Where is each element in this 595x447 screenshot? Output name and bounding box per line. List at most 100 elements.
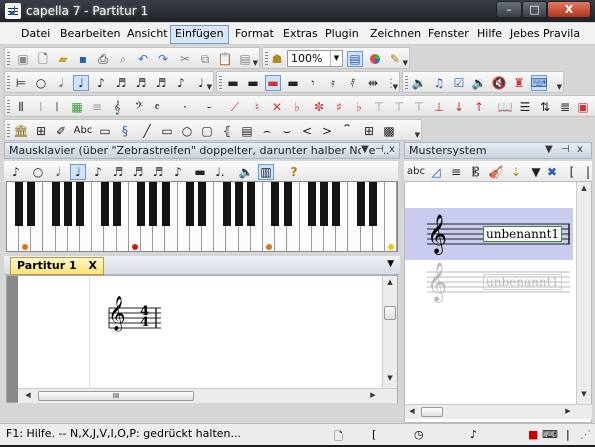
redo-icon[interactable]: ↷	[155, 51, 171, 67]
slur-icon[interactable]: ⌢	[259, 123, 275, 139]
rest-bar-icon[interactable]: ▬	[225, 75, 241, 91]
pedal-icon[interactable]: ▥	[258, 164, 274, 180]
print-icon[interactable]: ⎙	[95, 51, 111, 67]
page-view-icon[interactable]: ▤	[347, 51, 363, 67]
half-note-icon[interactable]: 𝅗𝅥	[53, 75, 69, 91]
sixteenth-note-icon[interactable]: ♬	[113, 75, 129, 91]
toolbar-overflow-icon[interactable]: ▼	[207, 83, 212, 91]
help-icon[interactable]: ?	[286, 164, 302, 180]
scroll-right-icon[interactable]: ▶	[366, 391, 380, 399]
quarter-note-icon[interactable]: ♩	[70, 164, 86, 180]
paste-icon[interactable]: 📋	[217, 51, 233, 67]
mouse-piano-icon[interactable]: ⌨	[530, 75, 548, 91]
trill-red-icon[interactable]: ✼	[311, 99, 327, 115]
delete-staff-icon[interactable]: ✖	[544, 164, 560, 180]
scroll-up-icon[interactable]: ▲	[577, 184, 591, 192]
black-key[interactable]	[112, 182, 121, 226]
score-canvas[interactable]: 𝄞 4 4 ▲ ▼ ◀ III ▶	[6, 275, 398, 403]
align-icon[interactable]: ⇅	[537, 99, 553, 115]
black-key[interactable]	[271, 182, 280, 226]
cursor-edit-icon[interactable]: ✐	[53, 123, 69, 139]
scroll-down-icon[interactable]: ▼	[383, 374, 397, 382]
accent-red-icon[interactable]: ⟋	[227, 99, 243, 115]
scroll-left-icon[interactable]: ◀	[405, 407, 419, 415]
panel-dropdown-icon[interactable]: ▼	[545, 144, 553, 155]
scroll-up-icon[interactable]: ▲	[383, 278, 397, 286]
black-key[interactable]	[198, 182, 207, 226]
whole-note-icon[interactable]: ○	[33, 75, 49, 91]
tab-partitur-1[interactable]: Partitur 1 X	[10, 257, 104, 275]
black-key[interactable]	[149, 182, 158, 226]
black-key[interactable]	[27, 182, 36, 226]
marcato-icon[interactable]: ⊤	[411, 99, 427, 115]
speaker-icon[interactable]: 🔈	[411, 75, 427, 91]
line-icon[interactable]: ╱	[139, 123, 155, 139]
new-template-icon[interactable]: ▣	[15, 51, 31, 67]
table-icon[interactable]: ⊞	[361, 123, 377, 139]
black-key[interactable]	[356, 182, 365, 226]
black-key[interactable]	[283, 182, 292, 226]
white-key[interactable]	[385, 182, 397, 251]
crescendo-icon[interactable]: <	[299, 123, 315, 139]
spacer-icon[interactable]: ⇹	[365, 75, 381, 91]
black-key[interactable]	[76, 182, 85, 226]
sixteenth-note-icon[interactable]: ♬	[110, 164, 126, 180]
bank-icon[interactable]: 🏛	[13, 123, 29, 139]
user-icon[interactable]: ☗	[269, 51, 285, 67]
toolbar-overflow-icon[interactable]: ▼	[557, 83, 562, 91]
rest-selected-icon[interactable]: ▬	[265, 75, 281, 91]
text-abc-icon[interactable]: abc	[406, 164, 426, 180]
sharp-red-icon[interactable]: ♯	[331, 99, 347, 115]
black-key[interactable]	[234, 182, 243, 226]
black-key[interactable]	[308, 182, 316, 226]
minimize-button[interactable]: –	[496, 1, 522, 18]
brush-icon[interactable]: ✎	[387, 51, 403, 67]
symbol-icon[interactable]: §	[117, 123, 133, 139]
tab-list-dropdown-icon[interactable]: ▼	[387, 259, 394, 269]
menu-ansicht[interactable]: Ansicht	[123, 26, 172, 43]
panel-close-icon[interactable]: x	[389, 144, 395, 155]
zoom-select[interactable]: 100% ▼	[287, 50, 343, 67]
toolbar-grip[interactable]	[7, 76, 10, 90]
rest-sixteenth-icon[interactable]: 𝄿	[325, 75, 341, 91]
rest-icon[interactable]: ▬	[192, 164, 208, 180]
speaker-icon[interactable]: 🔈	[238, 164, 254, 180]
bar-icon[interactable]: |	[580, 164, 595, 180]
rounded-rect-icon[interactable]: ▢	[199, 123, 215, 139]
treble-clef-icon[interactable]: 𝄞	[109, 99, 125, 115]
panel-close-icon[interactable]: x	[577, 144, 583, 155]
save-icon[interactable]: ▪	[75, 51, 91, 67]
speaker-mute-icon[interactable]: 🔇	[491, 75, 507, 91]
staccato-icon[interactable]: ⊥	[431, 99, 447, 115]
bar-icon[interactable]: 𝄀	[33, 99, 49, 115]
staff-entry-selected[interactable]: 𝄞 unbenannt1	[405, 208, 573, 260]
menu-jebes-pravila[interactable]: Jebes Pravila	[506, 26, 584, 43]
menu-format[interactable]: Format	[231, 26, 278, 43]
resize-grip-icon[interactable]: ⋰	[580, 428, 591, 441]
black-key[interactable]	[64, 182, 72, 226]
black-key[interactable]	[320, 182, 329, 226]
mausklavier-panel-header[interactable]: Mausklavier (über "Zebrastreifen" doppel…	[4, 142, 400, 159]
conductor-icon[interactable]: ♜	[511, 75, 527, 91]
double-flat-red-icon[interactable]: ♭	[351, 99, 367, 115]
staff-name-label[interactable]: unbenannt1	[483, 226, 563, 242]
menu-extras[interactable]: Extras	[279, 26, 322, 43]
dot-icon[interactable]: ·	[177, 99, 193, 115]
rest-eighth-icon[interactable]: 𝄾	[305, 75, 321, 91]
tab-close-icon[interactable]: X	[88, 259, 96, 272]
ruler-icon[interactable]: ◿	[428, 164, 444, 180]
black-key[interactable]	[369, 182, 377, 226]
new-file-icon[interactable]: 🗋	[35, 51, 51, 67]
speaker-volume-icon[interactable]: 🔉	[471, 75, 487, 91]
speaker-check-icon[interactable]: ☑	[451, 75, 467, 91]
toolbar-grip[interactable]	[7, 124, 10, 138]
fermata-icon[interactable]: ⊤	[391, 99, 407, 115]
menu-plugin[interactable]: Plugin	[321, 26, 363, 43]
speaker-note-icon[interactable]: ♫	[431, 75, 447, 91]
mustersystem-panel-header[interactable]: Mustersystem ▼ ⊣ x	[404, 142, 592, 159]
clef-icon[interactable]: 𝄡	[468, 164, 484, 180]
rectangle-icon[interactable]: ▭	[159, 123, 175, 139]
bracket-icon[interactable]: ⎴	[339, 123, 355, 139]
toolbar-overflow-icon[interactable]: ▼	[393, 83, 398, 91]
title-bar[interactable]: capella 7 - Partitur 1 – □ X	[0, 0, 595, 22]
